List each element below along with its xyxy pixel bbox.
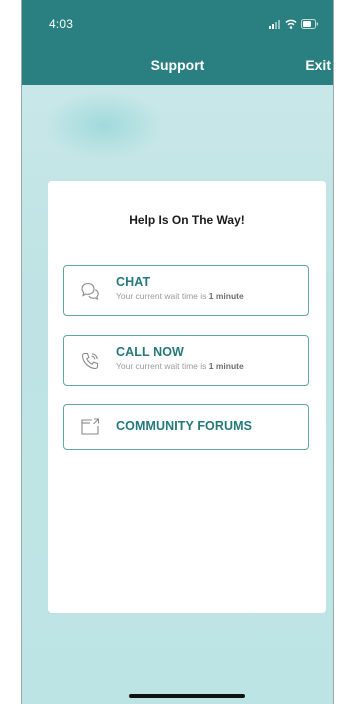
call-wait-time: Your current wait time is 1 minute <box>116 361 244 371</box>
community-forums-option-button[interactable]: COMMUNITY FORUMS <box>63 404 309 450</box>
chat-label: CHAT <box>116 275 151 289</box>
card-title: Help Is On The Way! <box>129 213 245 227</box>
community-forums-label: COMMUNITY FORUMS <box>116 419 253 433</box>
background-glow <box>44 90 164 160</box>
signal-icon <box>269 19 281 29</box>
chat-option-button[interactable]: CHAT Your current wait time is 1 minute <box>63 265 309 316</box>
call-now-option-button[interactable]: CALL NOW Your current wait time is 1 min… <box>63 335 309 386</box>
wifi-icon <box>285 19 297 29</box>
battery-icon <box>301 19 319 29</box>
app-header: 4:03 Support Exit <box>22 0 333 85</box>
status-bar: 4:03 <box>22 0 333 40</box>
support-card: Help Is On The Way! CHAT Your current wa… <box>48 181 326 613</box>
page-title: Support <box>150 57 205 73</box>
phone-icon <box>79 350 101 372</box>
status-icons <box>269 18 319 30</box>
status-time: 4:03 <box>49 17 74 31</box>
exit-button[interactable]: Exit <box>305 57 331 73</box>
chat-wait-time: Your current wait time is 1 minute <box>116 291 244 301</box>
home-indicator[interactable] <box>129 694 245 698</box>
phone-screen: 4:03 Support Exit Help Is On The Way! CH… <box>21 0 334 704</box>
external-window-icon <box>79 416 101 438</box>
chat-bubbles-icon <box>79 280 101 302</box>
call-now-label: CALL NOW <box>116 345 184 359</box>
